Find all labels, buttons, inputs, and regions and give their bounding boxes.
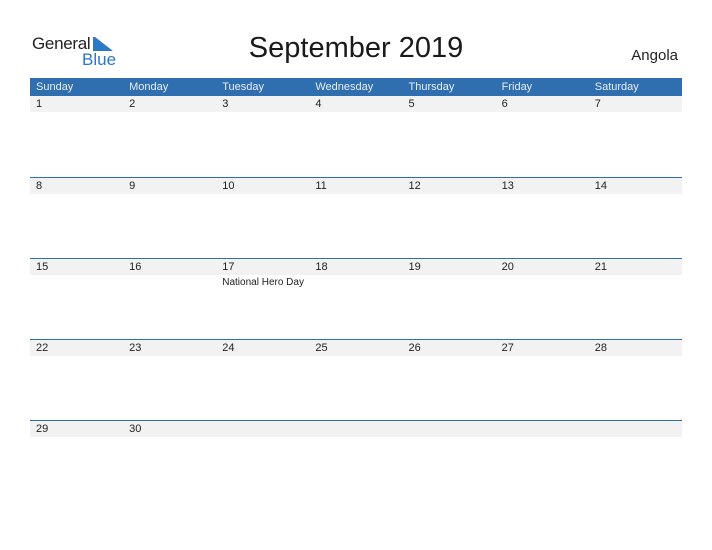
- calendar-grid: Sunday Monday Tuesday Wednesday Thursday…: [30, 78, 682, 501]
- week-row: 29 30: [30, 420, 682, 501]
- event-cell: [589, 194, 682, 196]
- event-cell: [216, 194, 309, 196]
- day-number: 12: [408, 180, 421, 192]
- weekday-header-row: Sunday Monday Tuesday Wednesday Thursday…: [30, 78, 682, 96]
- events-row: [30, 194, 682, 196]
- event-cell: [30, 194, 123, 196]
- event-cell: [123, 356, 216, 358]
- day-number: 14: [594, 180, 607, 192]
- day-number: 19: [408, 261, 421, 273]
- day-number: 18: [315, 261, 328, 273]
- event-cell: [309, 356, 402, 358]
- date-strip: 22 23 24 25 26 27 28: [30, 340, 682, 356]
- event-cell: [216, 112, 309, 114]
- event-cell: [589, 112, 682, 114]
- day-number: [309, 421, 402, 437]
- date-strip: 15 16 17 18 19 20 21: [30, 259, 682, 275]
- day-number: 11: [315, 180, 327, 192]
- event-cell: [496, 356, 589, 358]
- event-cell: [403, 437, 496, 439]
- day-number: 4: [315, 98, 322, 110]
- day-number: 5: [408, 98, 415, 110]
- date-strip: 8 9 10 11 12 13 14: [30, 178, 682, 194]
- event-cell: [403, 112, 496, 114]
- day-number: 29: [36, 423, 49, 435]
- week-row: 8 9 10 11 12 13 14: [30, 177, 682, 258]
- event-cell: [403, 356, 496, 358]
- event-cell: [309, 112, 402, 114]
- weeks-container: 1 2 3 4 5 6 7 8 9 10 11 12 13 14 15 16 17 18 19 20 21 Nationa…: [30, 96, 682, 501]
- events-row: [30, 112, 682, 114]
- weekday-header: Tuesday: [222, 81, 265, 93]
- calendar-title: September 2019: [248, 32, 464, 64]
- events-row: [30, 437, 682, 439]
- day-number: 24: [222, 342, 235, 354]
- event-cell: [30, 275, 123, 288]
- event-cell: [496, 437, 589, 439]
- day-number: 30: [129, 423, 142, 435]
- date-strip: 1 2 3 4 5 6 7: [30, 96, 682, 112]
- weekday-header: Saturday: [594, 81, 639, 93]
- day-number: 23: [129, 342, 142, 354]
- event-cell: [496, 275, 589, 288]
- event-cell: [496, 194, 589, 196]
- day-number: 21: [594, 261, 607, 273]
- holiday-event: National Hero Day: [222, 277, 304, 288]
- weekday-header: Wednesday: [315, 81, 374, 93]
- day-number: 2: [129, 98, 136, 110]
- event-cell: [30, 437, 123, 439]
- day-number: 25: [315, 342, 328, 354]
- weekday-header: Thursday: [408, 81, 455, 93]
- event-cell: [30, 356, 123, 358]
- day-number: 26: [408, 342, 421, 354]
- day-number: [216, 421, 309, 437]
- event-cell: [123, 275, 216, 288]
- day-number: 22: [36, 342, 49, 354]
- events-row: [30, 356, 682, 358]
- event-cell: [496, 112, 589, 114]
- week-row: 1 2 3 4 5 6 7: [30, 96, 682, 177]
- day-number: 6: [501, 98, 508, 110]
- day-number: [403, 421, 496, 437]
- event-cell: [589, 275, 682, 288]
- day-number: 13: [501, 180, 514, 192]
- event-cell: [309, 194, 402, 196]
- day-number: 16: [129, 261, 142, 273]
- weekday-header: Friday: [501, 81, 533, 93]
- day-number: 1: [36, 98, 43, 110]
- country-label: Angola: [631, 47, 678, 64]
- day-number: 10: [222, 180, 235, 192]
- week-row: 15 16 17 18 19 20 21 National Hero Day: [30, 258, 682, 339]
- event-cell: [216, 437, 309, 439]
- event-cell: [123, 112, 216, 114]
- weekday-header: Monday: [129, 81, 169, 93]
- day-number: 7: [594, 98, 601, 110]
- day-number: 17: [222, 261, 235, 273]
- day-number: 20: [501, 261, 514, 273]
- date-strip: 29 30: [30, 421, 682, 437]
- day-number: 27: [501, 342, 514, 354]
- day-number: 15: [36, 261, 49, 273]
- event-cell: [403, 194, 496, 196]
- event-cell: [309, 275, 402, 288]
- event-cell: [30, 112, 123, 114]
- day-number: 28: [594, 342, 607, 354]
- event-cell: [589, 437, 682, 439]
- day-number: 9: [129, 180, 136, 192]
- event-cell: [403, 275, 496, 288]
- events-row: National Hero Day: [30, 275, 682, 288]
- event-cell: [216, 356, 309, 358]
- event-cell: [123, 194, 216, 196]
- day-number: [496, 421, 589, 437]
- event-cell: [589, 356, 682, 358]
- day-number: [589, 421, 682, 437]
- event-cell: [123, 437, 216, 439]
- day-number: 8: [36, 180, 43, 192]
- day-number: 3: [222, 98, 229, 110]
- week-row: 22 23 24 25 26 27 28: [30, 339, 682, 420]
- weekday-header: Sunday: [36, 81, 74, 93]
- event-cell: [309, 437, 402, 439]
